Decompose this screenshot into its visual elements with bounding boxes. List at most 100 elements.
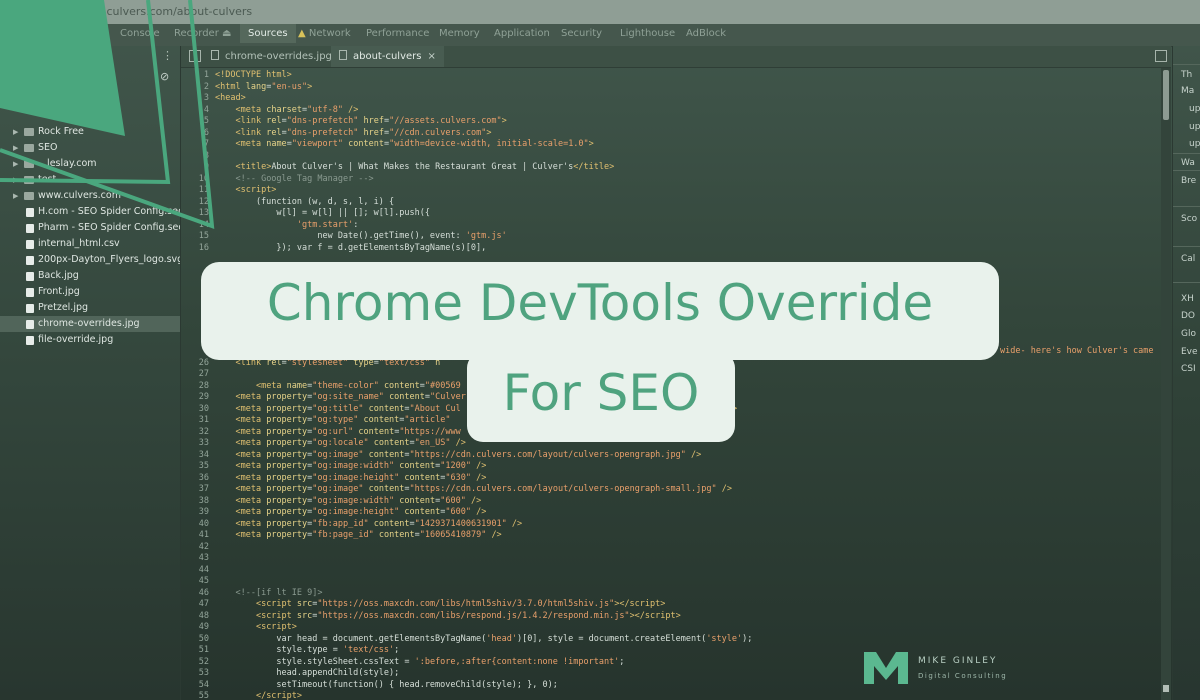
tab-memory[interactable]: Memory [439,28,480,39]
divider [1173,246,1200,247]
divider [1173,282,1200,283]
tab-lighthouse[interactable]: Lighthouse [620,28,675,39]
panel-item-threads[interactable]: Th [1181,70,1192,80]
panel-item-call-stack[interactable]: Cal [1181,254,1195,264]
code-overflow-text: wide- here's how Culver's came [1000,346,1154,356]
line-number: 52 [198,656,209,667]
code-line: <meta property="og:locale" content="en_U… [235,438,466,448]
file-icon [26,336,34,345]
code-line: <script> [255,622,297,632]
code-line: <!--[if lt IE 9]> [235,587,323,598]
scroll-bottom-marker [1163,685,1169,692]
line-number: 40 [198,518,209,529]
file-icon [26,304,34,313]
code-line: head.appendChild(style); [215,668,400,678]
screenshot: ...culvers.com/about-culvers Console Rec… [0,0,1200,700]
editor-tab-label: about-culvers [353,51,422,62]
line-number: 42 [198,541,209,552]
tab-network[interactable]: ▲ Network [298,28,351,39]
panel-item-breakpoints[interactable]: Bre [1181,176,1196,186]
code-line: <link rel="dns-prefetch" href="//assets.… [235,116,507,126]
code-line: <meta property="fb:page_id" content="160… [235,530,502,540]
code-line: <meta property="og:image" content="https… [235,484,732,494]
file-icon [339,50,347,60]
overlay-title-line-1: Chrome DevTools Override [266,274,934,332]
debugger-panel: Th Ma up up up Wa Bre Sco Cal XH DO Glo … [1172,46,1200,700]
toggle-debugger-icon[interactable] [1155,50,1167,62]
line-number: 33 [198,438,209,448]
tab-adblock[interactable]: AdBlock [686,28,726,39]
tab-performance[interactable]: Performance [366,28,429,39]
code-line: new Date().getTime(), event: 'gtm.js' [215,231,507,241]
panel-item-dom-breakpoints[interactable]: DO [1181,311,1195,321]
code-line: <meta property="og:type" content="articl… [235,415,451,425]
panel-item-up-1[interactable]: up [1189,104,1200,114]
file-icon [26,272,34,281]
panel-item-watch[interactable]: Wa [1181,158,1195,168]
warning-icon: ▲ [298,28,306,39]
file-item[interactable]: Front.jpg [0,284,180,300]
file-item[interactable]: Pretzel.jpg [0,300,180,316]
line-number: 48 [198,610,209,621]
line-number: 29 [198,392,209,402]
code-line: <meta name="theme-color" content="#00569 [255,380,461,391]
code-line: <meta property="og:image:height" content… [235,472,487,483]
code-line: </script> [255,691,303,700]
decorative-shapes [0,0,215,229]
green-block-shape [0,0,125,136]
code-line: (function (w, d, s, l, i) { [215,196,395,207]
file-item[interactable]: chrome-overrides.jpg [0,316,180,332]
panel-item-main[interactable]: Ma [1181,86,1194,96]
code-line: <meta property="og:image" content="https… [235,449,702,460]
tab-application[interactable]: Application [494,28,550,39]
line-number: 28 [198,380,209,391]
file-item[interactable]: Back.jpg [0,268,180,284]
line-number: 50 [198,633,209,644]
line-number: 27 [198,369,209,379]
editor-tab-about-culvers[interactable]: about-culvers × [331,46,444,67]
panel-item-up-2[interactable]: up [1189,122,1200,132]
line-number: 26 [198,357,209,368]
file-item[interactable]: file-override.jpg [0,332,180,348]
code-line: var head = document.getElementsByTagName… [215,633,753,644]
panel-item-event-listeners[interactable]: Eve [1181,347,1198,357]
code-line: style.styleSheet.cssText = ':before,:aft… [215,656,625,667]
file-name: file-override.jpg [38,334,114,345]
tab-sources[interactable]: Sources [240,24,296,43]
code-line: <script src="https://oss.maxcdn.com/libs… [255,599,666,609]
divider [1173,64,1200,65]
code-line: <meta property="og:image:height" content… [235,507,487,517]
tab-security[interactable]: Security [561,28,602,39]
code-line: <meta name="viewport" content="width=dev… [235,139,594,149]
file-name: Front.jpg [38,286,80,297]
panel-item-global-listeners[interactable]: Glo [1181,329,1196,339]
panel-item-xhr-breakpoints[interactable]: XH [1181,294,1194,304]
line-number: 32 [198,426,209,437]
code-line: <script src="https://oss.maxcdn.com/libs… [255,610,681,621]
tab-network-label: Network [308,28,351,39]
editor-tabbar: chrome-overrides.jpg about-culvers × [181,46,1171,68]
panel-item-csp[interactable]: CSI [1181,364,1196,374]
panel-item-scope[interactable]: Sco [1181,214,1197,224]
line-number: 39 [198,507,209,517]
divider [1173,170,1200,171]
line-number: 43 [198,553,209,563]
panel-item-up-3[interactable]: up [1189,139,1200,149]
code-line: }); var f = d.getElementsByTagName(s)[0]… [215,242,487,253]
line-number: 49 [198,622,209,632]
code-line: w[l] = w[l] || []; w[l].push({ [215,208,430,218]
divider [1173,206,1200,207]
code-line: setTimeout(function() { head.removeChild… [215,679,558,690]
editor-scrollbar[interactable] [1161,68,1171,700]
line-number: 37 [198,484,209,494]
line-number: 45 [198,576,209,586]
close-tab-icon[interactable]: × [427,51,435,62]
line-number: 44 [198,564,209,575]
code-line: <meta property="fb:app_id" content="1429… [235,518,523,529]
code-line: <title>About Culver's | What Makes the R… [235,162,615,172]
overlay-title-line-2: For SEO [502,364,700,422]
scroll-thumb[interactable] [1163,70,1169,120]
code-line: <link rel="dns-prefetch" href="//cdn.cul… [235,127,492,138]
file-name: Pretzel.jpg [38,302,89,313]
line-number: 54 [198,679,209,690]
